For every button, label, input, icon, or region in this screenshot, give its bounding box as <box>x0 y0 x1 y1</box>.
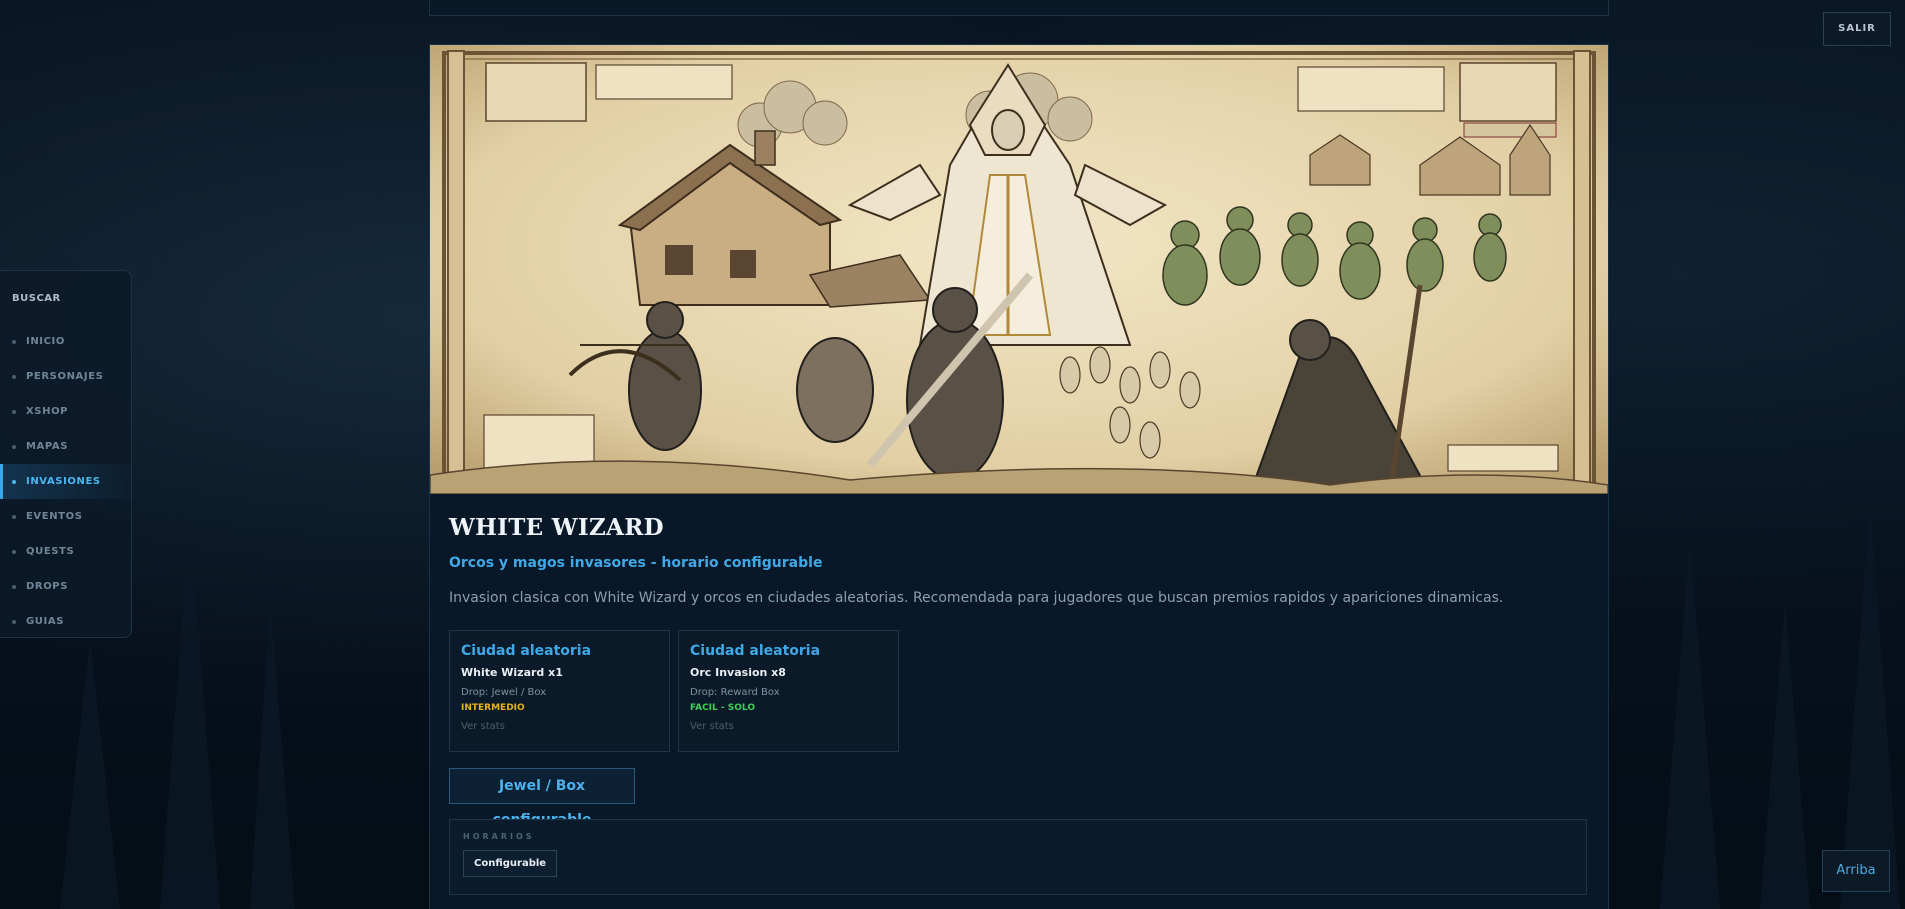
event-subtitle: Orcos y magos invasores - horario config… <box>449 555 823 571</box>
sidebar-item-drops[interactable]: DROPS <box>0 569 131 604</box>
spawn-monster: White Wizard x1 <box>461 666 563 679</box>
bullet-icon <box>12 410 16 414</box>
sidebar-item-label: XSHOP <box>26 406 69 417</box>
reward-config-button[interactable]: Jewel / Box configurable <box>449 768 635 828</box>
sidebar-item-label: PERSONAJES <box>26 371 104 382</box>
bullet-icon <box>12 585 16 589</box>
spawn-difficulty: INTERMEDIO <box>461 703 525 713</box>
sidebar-item-label: EVENTOS <box>26 511 83 522</box>
schedule-chip[interactable]: Configurable <box>463 850 558 877</box>
sidebar-item-mapas[interactable]: MAPAS <box>0 429 131 464</box>
schedule-label: HORARIOS <box>463 832 535 841</box>
bullet-icon <box>12 340 16 344</box>
sidebar-item-eventos[interactable]: EVENTOS <box>0 499 131 534</box>
sidebar-item-label: MAPAS <box>26 441 69 452</box>
sidebar-item-label: GUIAS <box>26 616 64 627</box>
sidebar-item-label: QUESTS <box>26 546 75 557</box>
bullet-icon <box>12 445 16 449</box>
view-stats-link[interactable]: Ver stats <box>690 721 887 732</box>
spawn-drop: Drop: Reward Box <box>690 687 780 698</box>
spawn-monster: Orc Invasion x8 <box>690 666 786 679</box>
sidebar-item-quests[interactable]: QUESTS <box>0 534 131 569</box>
event-hero-image <box>430 45 1608 494</box>
spawn-drop: Drop: Jewel / Box <box>461 687 547 698</box>
logout-button[interactable]: SALIR <box>1823 12 1891 46</box>
spawn-card-white-wizard: Ciudad aleatoria White Wizard x1 Drop: J… <box>449 630 670 752</box>
spawn-location: Ciudad aleatoria <box>461 643 592 659</box>
back-to-top-button[interactable]: Arriba <box>1822 850 1890 892</box>
event-card: WHITE WIZARD Orcos y magos invasores - h… <box>429 44 1609 909</box>
sidebar-item-invasiones[interactable]: INVASIONES <box>0 464 131 499</box>
event-title: WHITE WIZARD <box>449 514 664 541</box>
sidebar-nav: BUSCAR INICIO PERSONAJES XSHOP MAPAS INV… <box>0 270 132 638</box>
bullet-icon <box>12 550 16 554</box>
sidebar-item-guias[interactable]: GUIAS <box>0 604 131 639</box>
event-description: Invasion clasica con White Wizard y orco… <box>449 590 1504 606</box>
bullet-icon <box>12 620 16 624</box>
sidebar-item-label: INVASIONES <box>26 476 101 487</box>
sidebar-item-label: DROPS <box>26 581 69 592</box>
bullet-icon <box>12 375 16 379</box>
sidebar-item-xshop[interactable]: XSHOP <box>0 394 131 429</box>
view-stats-link[interactable]: Ver stats <box>461 721 658 732</box>
invasion-illustration <box>430 45 1608 494</box>
sidebar-item-label: INICIO <box>26 336 65 347</box>
bullet-icon <box>12 515 16 519</box>
sidebar-item-personajes[interactable]: PERSONAJES <box>0 359 131 394</box>
spawn-location: Ciudad aleatoria <box>690 643 821 659</box>
spawn-difficulty: FACIL - SOLO <box>690 703 755 713</box>
spawn-card-orc-invasion: Ciudad aleatoria Orc Invasion x8 Drop: R… <box>678 630 899 752</box>
schedule-panel: HORARIOS Configurable <box>449 819 1587 895</box>
bullet-icon <box>12 480 16 484</box>
sidebar-item-inicio[interactable]: INICIO <box>0 324 131 359</box>
sidebar-search-label[interactable]: BUSCAR <box>0 289 131 309</box>
previous-card-edge <box>429 0 1609 16</box>
